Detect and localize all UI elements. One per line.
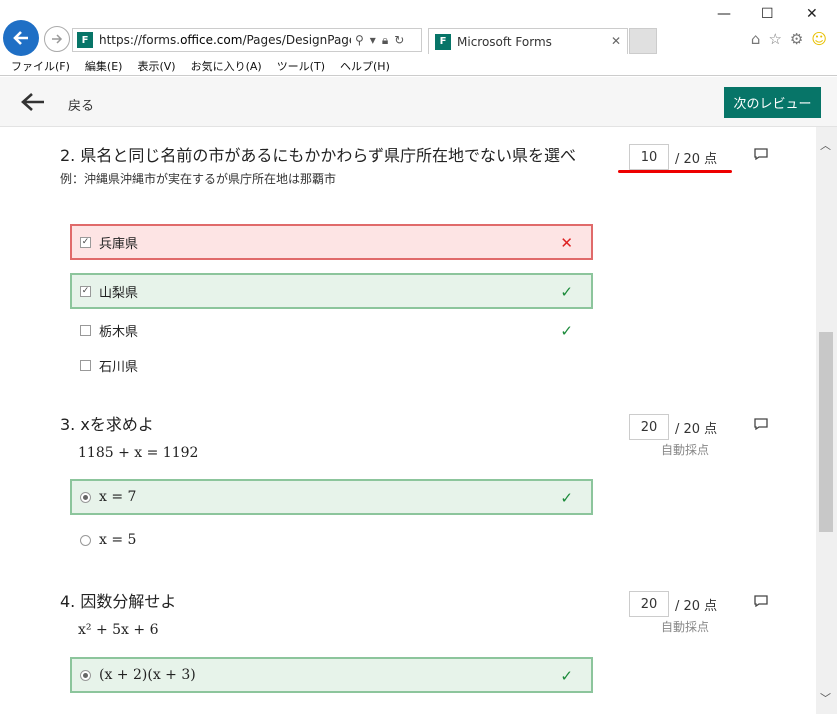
menu-edit[interactable]: 編集(E)	[85, 58, 123, 74]
radio-selected[interactable]	[80, 669, 91, 681]
question-3: 3. xを求めよ 1185 + x = 1192 20 / 20 点 自動採点 …	[60, 413, 768, 548]
option-row[interactable]: x = 7 ✓	[70, 479, 593, 515]
settings-gear-icon[interactable]: ⚙	[790, 30, 803, 48]
comment-icon[interactable]	[754, 148, 768, 160]
checkbox-checked[interactable]: ✓	[80, 236, 91, 248]
back-label[interactable]: 戻る	[68, 95, 94, 114]
checkmark-icon: ✓	[560, 667, 573, 685]
auto-grade-label: 自動採点	[661, 620, 710, 634]
checkbox[interactable]	[80, 359, 91, 371]
option-row[interactable]: ✓ 兵庫県 ✕	[70, 224, 593, 260]
menu-view[interactable]: 表示(V)	[137, 58, 175, 74]
arrow-right-icon	[52, 34, 63, 44]
question-equation: x² + 5x + 6	[78, 622, 159, 638]
max-score: / 20 点	[675, 598, 718, 614]
option-label: 山梨県	[99, 285, 139, 301]
score-input[interactable]: 20	[629, 591, 669, 617]
menu-tools[interactable]: ツール(T)	[277, 58, 325, 74]
menu-file[interactable]: ファイル(F)	[11, 58, 70, 74]
tab-title: Microsoft Forms	[457, 34, 552, 49]
checkbox[interactable]	[80, 324, 91, 336]
question-2: 2. 県名と同じ名前の市があるにもかかわらず県庁所在地でない県を選べ 例：沖縄県…	[60, 144, 768, 375]
forms-favicon-icon: F	[77, 32, 93, 48]
minimize-icon[interactable]: —	[717, 6, 731, 22]
maximize-icon[interactable]: ☐	[761, 6, 774, 22]
option-label: x = 7	[99, 489, 137, 505]
close-tab-icon[interactable]: ✕	[611, 34, 621, 48]
option-row[interactable]: (x + 2)(x + 3) ✓	[70, 657, 593, 693]
arrow-left-icon	[13, 31, 28, 45]
question-4: 4. 因数分解せよ x² + 5x + 6 20 / 20 点 自動採点 (x …	[60, 590, 768, 693]
feedback-smiley-icon[interactable]: ☺	[811, 30, 827, 48]
question-title: 3. xを求めよ	[60, 415, 154, 434]
review-content: 2. 県名と同じ名前の市があるにもかかわらず県庁所在地でない県を選べ 例：沖縄県…	[0, 127, 816, 714]
dropdown-icon[interactable]: ▾	[370, 33, 376, 48]
refresh-icon[interactable]: ↻	[394, 33, 404, 48]
menu-favorites[interactable]: お気に入り(A)	[191, 58, 262, 74]
url-text: https://forms.office.com/Pages/DesignPag…	[99, 33, 351, 47]
app-header: 戻る 次のレビュー	[0, 77, 837, 127]
radio[interactable]	[80, 534, 91, 546]
option-label: 兵庫県	[99, 236, 139, 252]
browser-back-button[interactable]	[3, 20, 39, 56]
checkmark-icon: ✓	[560, 322, 573, 340]
max-score: / 20 点	[675, 421, 718, 437]
option-row[interactable]: 栃木県 ✓	[70, 312, 593, 348]
option-row[interactable]: ✓ 山梨県 ✓	[70, 273, 593, 309]
browser-chrome: F https://forms.office.com/Pages/DesignP…	[0, 0, 837, 56]
scroll-up-icon[interactable]: ︿	[820, 137, 831, 153]
forms-favicon-icon: F	[435, 33, 451, 50]
arrow-left-icon[interactable]	[20, 91, 46, 113]
next-review-button[interactable]: 次のレビュー	[724, 87, 821, 118]
home-icon[interactable]: ⌂	[751, 30, 761, 48]
scroll-down-icon[interactable]: ﹀	[820, 690, 831, 706]
question-title: 4. 因数分解せよ	[60, 592, 177, 611]
question-equation: 1185 + x = 1192	[78, 445, 199, 461]
comment-icon[interactable]	[754, 595, 768, 607]
checkmark-icon: ✓	[560, 489, 573, 507]
question-title: 2. 県名と同じ名前の市があるにもかかわらず県庁所在地でない県を選べ	[60, 146, 577, 165]
option-label: x = 5	[99, 532, 137, 548]
browser-menubar: ファイル(F) 編集(E) 表示(V) お気に入り(A) ツール(T) ヘルプ(…	[0, 56, 837, 76]
max-score: / 20 点	[675, 151, 718, 167]
scroll-thumb[interactable]	[819, 332, 833, 532]
option-label: 石川県	[99, 359, 139, 375]
option-label: (x + 2)(x + 3)	[99, 667, 196, 683]
score-field: 20 / 20 点	[629, 414, 717, 440]
score-input[interactable]: 10	[629, 144, 669, 170]
score-field: 20 / 20 点	[629, 591, 717, 617]
cross-icon: ✕	[560, 234, 573, 252]
search-icon[interactable]: ⚲	[355, 33, 364, 48]
highlight-underline	[618, 170, 732, 173]
close-window-icon[interactable]: ✕	[806, 6, 818, 22]
browser-tab[interactable]: F Microsoft Forms ✕	[428, 28, 628, 54]
option-row[interactable]: x = 5	[70, 522, 593, 558]
menu-help[interactable]: ヘルプ(H)	[340, 58, 390, 74]
checkbox-checked[interactable]: ✓	[80, 285, 91, 297]
comment-icon[interactable]	[754, 418, 768, 430]
score-input[interactable]: 20	[629, 414, 669, 440]
browser-forward-button[interactable]	[44, 26, 70, 52]
score-field: 10 / 20 点	[629, 144, 717, 170]
address-bar[interactable]: F https://forms.office.com/Pages/DesignP…	[72, 28, 422, 52]
new-tab-button[interactable]	[629, 28, 657, 54]
option-label: 栃木県	[99, 324, 139, 340]
favorites-star-icon[interactable]: ☆	[768, 30, 781, 48]
lock-icon[interactable]: 🔒︎	[382, 33, 388, 48]
auto-grade-label: 自動採点	[661, 443, 710, 457]
option-row[interactable]: 石川県	[70, 347, 593, 383]
checkmark-icon: ✓	[560, 283, 573, 301]
vertical-scrollbar[interactable]: ︿ ﹀	[816, 127, 837, 714]
radio-selected[interactable]	[80, 491, 91, 503]
